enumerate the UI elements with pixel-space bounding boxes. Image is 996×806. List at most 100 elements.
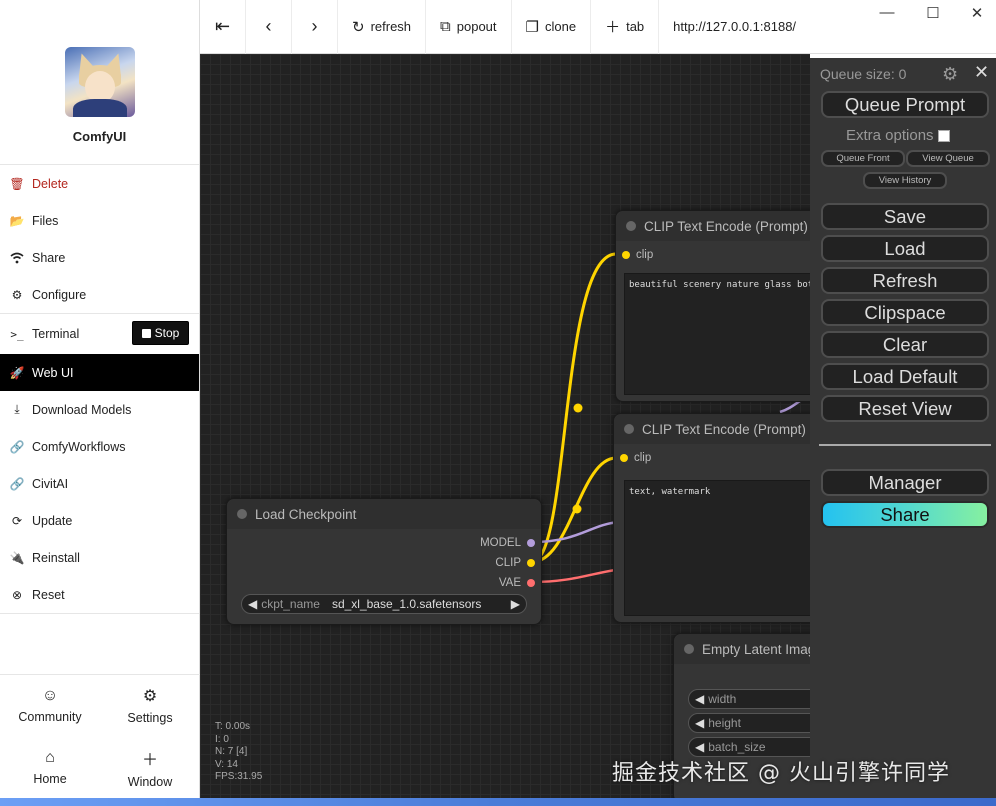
sidebar-item-label: Share: [32, 250, 66, 265]
sidebar-item-files[interactable]: 📂 Files: [0, 202, 199, 239]
sidebar-item-comfyworkflows[interactable]: 🔗 ComfyWorkflows: [0, 428, 199, 465]
node-title[interactable]: Empty Latent Image: [674, 634, 810, 664]
chevron-left-icon: ‹: [265, 16, 272, 36]
smile-icon: ☺: [41, 687, 59, 705]
sidebar-item-label: Files: [32, 213, 59, 228]
node-title[interactable]: Load Checkpoint: [227, 499, 541, 529]
ckpt-name-widget[interactable]: ◀ ckpt_name sd_xl_base_1.0.safetensors ▶: [241, 594, 527, 614]
load-default-button[interactable]: Load Default: [821, 363, 989, 390]
prompt-textarea[interactable]: beautiful scenery nature glass bottle la…: [624, 273, 810, 395]
prompt-textarea[interactable]: text, watermark: [624, 480, 810, 616]
settings-button[interactable]: ⚙ Settings: [100, 675, 200, 737]
plus-icon: ＋: [605, 19, 621, 36]
chevron-right-icon: ›: [311, 16, 318, 36]
sidebar: ComfyUI 🗑 Delete 📂 Files Share ⚙ Configu…: [0, 0, 200, 798]
clear-button[interactable]: Clear: [821, 331, 989, 358]
link-icon: 🔗: [9, 439, 25, 454]
sidebar-item-reinstall[interactable]: 🔌 Reinstall: [0, 539, 199, 576]
clip-input-slot[interactable]: clip: [616, 245, 810, 265]
save-button[interactable]: Save: [821, 203, 989, 230]
arrow-left-icon[interactable]: ◀: [695, 740, 704, 754]
model-output-slot[interactable]: MODEL: [480, 533, 535, 553]
terminal-icon: >_: [10, 327, 24, 341]
load-checkpoint-node[interactable]: Load Checkpoint MODEL CLIP VAE ◀ ckpt_na…: [226, 498, 542, 625]
manager-button[interactable]: Manager: [821, 469, 989, 496]
vae-output-slot[interactable]: VAE: [480, 573, 535, 593]
batch-size-widget[interactable]: ◀ batch_size: [688, 737, 810, 757]
extra-options[interactable]: Extra options: [846, 127, 950, 144]
url-display[interactable]: http://127.0.0.1:8188/: [659, 19, 796, 34]
maximize-button[interactable]: ☐: [910, 4, 956, 22]
browser-toolbar: ⇤ ‹ › ↻ refresh ⧉ popout ❐ clone ＋ tab h…: [200, 0, 996, 54]
arrow-right-icon[interactable]: ▶: [511, 597, 520, 611]
plus-icon: ＋: [141, 751, 158, 769]
sidebar-item-terminal[interactable]: >_ Terminal Stop: [0, 314, 199, 354]
refresh-icon: ⟳: [11, 513, 23, 528]
sidebar-item-label: Reset: [32, 587, 65, 602]
window-button[interactable]: ＋ Window: [100, 737, 200, 799]
close-icon[interactable]: ✕: [974, 62, 989, 83]
popout-button[interactable]: ⧉ popout: [426, 0, 512, 54]
exit-button[interactable]: ⇤: [200, 0, 246, 54]
sidebar-item-download-models[interactable]: ⤓ Download Models: [0, 391, 199, 428]
refresh-button[interactable]: Refresh: [821, 267, 989, 294]
extra-options-checkbox[interactable]: [937, 129, 950, 142]
sidebar-item-update[interactable]: ⟳ Update: [0, 502, 199, 539]
share-button[interactable]: Share: [821, 501, 989, 528]
sidebar-item-delete[interactable]: 🗑 Delete: [0, 165, 199, 202]
clip-input-slot[interactable]: clip: [614, 448, 810, 468]
minimize-button[interactable]: —: [864, 4, 910, 21]
sidebar-item-reset[interactable]: ⊗ Reset: [0, 576, 199, 613]
community-button[interactable]: ☺ Community: [0, 675, 100, 737]
home-icon: ⌂: [45, 748, 55, 766]
watermark: 掘金技术社区 @ 火山引擎许同学: [612, 761, 950, 786]
clip-text-encode-node-positive[interactable]: CLIP Text Encode (Prompt) clip beautiful…: [615, 210, 810, 402]
arrow-left-icon[interactable]: ◀: [695, 716, 704, 730]
app-window: ComfyUI 🗑 Delete 📂 Files Share ⚙ Configu…: [0, 0, 996, 806]
arrow-left-icon[interactable]: ◀: [248, 597, 257, 611]
height-widget[interactable]: ◀ height: [688, 713, 810, 733]
clip-text-encode-node-negative[interactable]: CLIP Text Encode (Prompt) clip text, wat…: [613, 413, 810, 623]
view-queue-button[interactable]: View Queue: [906, 150, 990, 167]
clip-output-slot[interactable]: CLIP: [480, 553, 535, 573]
load-button[interactable]: Load: [821, 235, 989, 262]
sidebar-menu: 🗑 Delete 📂 Files Share ⚙ Configure >_ Te…: [0, 165, 199, 614]
sidebar-item-label: Configure: [32, 287, 87, 302]
link-icon: 🔗: [9, 476, 25, 491]
sidebar-item-label: Reinstall: [32, 550, 80, 565]
queue-size-label: Queue size: 0: [820, 66, 907, 82]
graph-canvas[interactable]: CLIP Text Encode (Prompt) clip beautiful…: [200, 54, 810, 798]
profile-section: ComfyUI: [0, 0, 199, 165]
queue-prompt-button[interactable]: Queue Prompt: [821, 91, 989, 118]
close-window-button[interactable]: ✕: [954, 4, 996, 22]
sidebar-item-web-ui[interactable]: 🚀 Web UI: [0, 354, 199, 391]
exit-icon: ⇤: [214, 16, 231, 36]
arrow-left-icon[interactable]: ◀: [695, 692, 704, 706]
back-button[interactable]: ‹: [246, 0, 292, 54]
home-button[interactable]: ⌂ Home: [0, 737, 100, 799]
gear-icon[interactable]: ⚙: [942, 64, 958, 85]
stop-icon: [141, 328, 151, 338]
width-widget[interactable]: ◀ width: [688, 689, 810, 709]
sidebar-item-label: Terminal: [32, 327, 80, 341]
refresh-button[interactable]: ↻ refresh: [338, 0, 427, 54]
node-title[interactable]: CLIP Text Encode (Prompt): [616, 211, 810, 241]
new-tab-button[interactable]: ＋ tab: [591, 0, 660, 54]
sidebar-item-configure[interactable]: ⚙ Configure: [0, 276, 199, 313]
avatar[interactable]: [64, 47, 135, 117]
stop-button[interactable]: Stop: [132, 321, 189, 345]
forward-button[interactable]: ›: [292, 0, 338, 54]
output-slots: MODEL CLIP VAE: [480, 533, 535, 593]
sidebar-item-share[interactable]: Share: [0, 239, 199, 276]
sidebar-item-civitai[interactable]: 🔗 CivitAI: [0, 465, 199, 502]
clipspace-button[interactable]: Clipspace: [821, 299, 989, 326]
view-history-button[interactable]: View History: [863, 172, 947, 189]
clone-button[interactable]: ❐ clone: [512, 0, 592, 54]
sidebar-item-label: Delete: [32, 176, 69, 191]
node-title[interactable]: CLIP Text Encode (Prompt): [614, 414, 810, 444]
popout-icon: ⧉: [440, 18, 451, 35]
download-icon: ⤓: [14, 402, 20, 416]
rocket-icon: 🚀: [9, 365, 25, 380]
reset-view-button[interactable]: Reset View: [821, 395, 989, 422]
queue-front-button[interactable]: Queue Front: [821, 150, 905, 167]
